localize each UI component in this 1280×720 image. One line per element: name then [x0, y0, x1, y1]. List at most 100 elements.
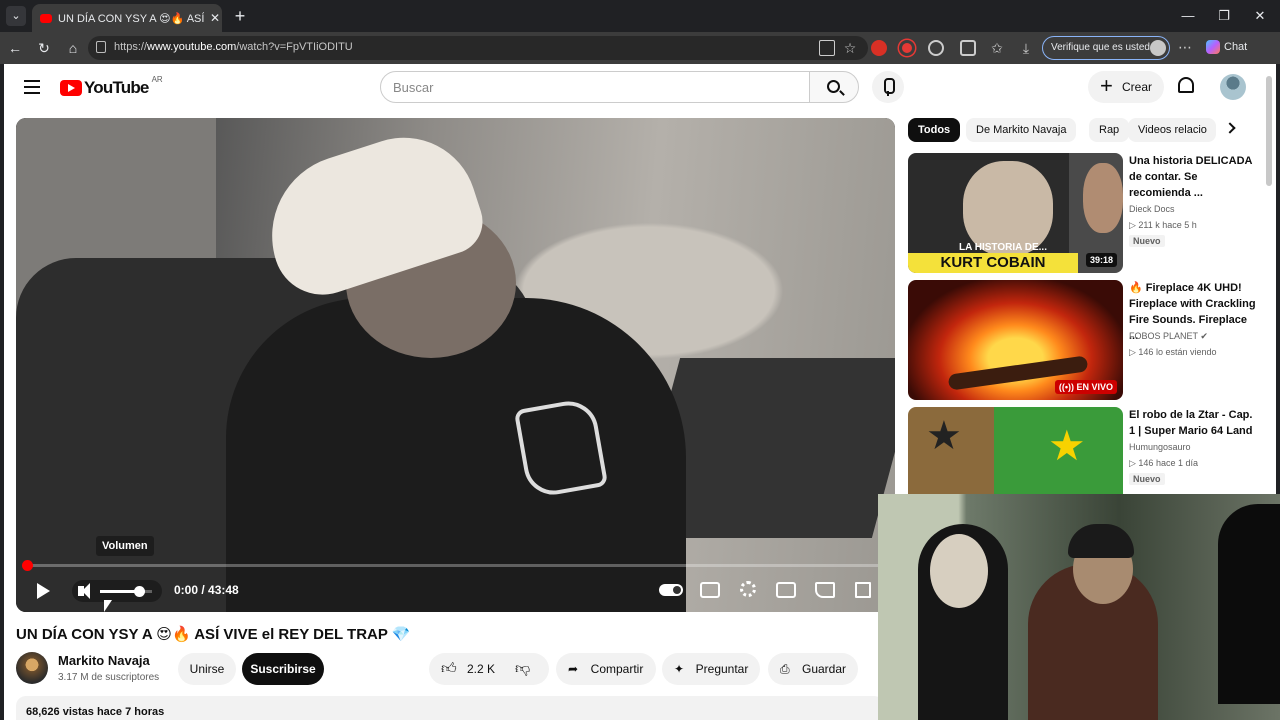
duration-badge: 39:18	[1085, 253, 1117, 267]
chip-rap[interactable]: Rap	[1089, 118, 1130, 142]
chip-todos[interactable]: Todos	[908, 118, 961, 142]
favorites-icon[interactable]: ✩	[989, 40, 1005, 56]
microphone-icon[interactable]	[872, 71, 904, 103]
description-box[interactable]: 68,626 vistas hace 7 horas	[16, 696, 884, 720]
recommendation-stats: ▷ 146 lo están viendo	[1129, 347, 1217, 357]
video-player[interactable]: Volumen 0:00 / 43:48	[16, 118, 895, 612]
home-icon[interactable]: ⌂	[64, 39, 82, 57]
recommendation-channel[interactable]: Humungosauro	[1129, 442, 1191, 452]
subscribe-button[interactable]: Suscribirse	[242, 653, 324, 685]
browser-toolbar: ← ↻ ⌂ https://www.youtube.com/watch?v=Fp…	[0, 32, 1280, 64]
save-button[interactable]: ⎙ Guardar	[768, 653, 858, 685]
tab-title: UN DÍA CON YSY A 😍🔥 ASÍ VIVE	[58, 12, 204, 25]
downloads-icon[interactable]: ⤓	[1018, 40, 1034, 56]
webcam-overlay	[878, 494, 1280, 720]
new-badge: Nuevo	[1129, 473, 1165, 485]
save-label: Guardar	[801, 662, 847, 676]
recommendation-thumbnail[interactable]: ((•)) EN VIVO	[908, 280, 1123, 400]
views-and-date: 68,626 vistas hace 7 horas	[26, 706, 165, 718]
mouse-cursor-icon	[104, 600, 112, 612]
user-avatar[interactable]	[1220, 74, 1246, 100]
recommendation-title[interactable]: El robo de la Ztar - Cap. 1 | Super Mari…	[1129, 407, 1257, 439]
tab-list-icon[interactable]: ⌄	[6, 6, 26, 26]
volume-control[interactable]	[72, 580, 162, 602]
chat-label: Chat	[1224, 40, 1248, 53]
reload-icon[interactable]: ↻	[35, 39, 53, 57]
subtitles-icon[interactable]	[700, 582, 720, 598]
share-icon: ➦	[568, 662, 579, 676]
menu-icon[interactable]	[24, 80, 40, 94]
split-screen-icon[interactable]	[960, 40, 976, 56]
volume-knob[interactable]	[134, 586, 145, 597]
subscriber-count: 3.17 M de suscriptores	[58, 672, 160, 683]
youtube-favicon	[40, 13, 52, 23]
new-tab-icon[interactable]: +	[230, 6, 250, 27]
cast-icon[interactable]	[815, 582, 835, 598]
search-button[interactable]	[809, 71, 859, 103]
favorite-star-icon[interactable]: ☆	[842, 40, 858, 56]
like-count[interactable]: 2.2 K	[467, 662, 495, 676]
app-install-icon[interactable]	[819, 40, 835, 56]
progress-bar[interactable]	[26, 564, 885, 567]
recommendation-item[interactable]: ((•)) EN VIVO 🔥 Fireplace 4K UHD! Firepl…	[908, 280, 1268, 400]
dislike-icon[interactable]: 👎︎	[515, 653, 530, 685]
close-window-icon[interactable]: ✕	[1250, 8, 1270, 24]
country-code: AR	[151, 74, 163, 84]
recommendation-channel[interactable]: Dieck Docs	[1129, 204, 1175, 214]
fullscreen-icon[interactable]	[855, 582, 871, 598]
extension-red-icon[interactable]	[871, 40, 887, 56]
volume-slider[interactable]	[100, 586, 152, 597]
play-icon[interactable]	[37, 583, 50, 599]
volume-tooltip: Volumen	[96, 536, 154, 556]
tab-youtube-video[interactable]: UN DÍA CON YSY A 😍🔥 ASÍ VIVE ✕	[32, 4, 222, 32]
minimize-icon[interactable]: —	[1178, 8, 1198, 23]
settings-icon[interactable]	[740, 581, 756, 597]
verify-identity-button[interactable]: Verifique que es usted	[1042, 36, 1170, 60]
chip-videos-relacionados[interactable]: Videos relacio	[1128, 118, 1216, 142]
chip-de-markito-navaja[interactable]: De Markito Navaja	[966, 118, 1077, 142]
youtube-logo-icon	[60, 80, 82, 96]
channel-name[interactable]: Markito Navaja	[58, 653, 150, 668]
star-icon: ★	[1048, 422, 1086, 469]
verify-label: Verifique que es usted	[1051, 42, 1150, 53]
join-button[interactable]: Unirse	[178, 653, 236, 685]
more-menu-icon[interactable]: ⋯	[1177, 40, 1193, 56]
like-icon[interactable]: 👍︎	[441, 653, 457, 685]
copilot-icon	[1206, 40, 1220, 54]
recommendation-thumbnail[interactable]: LA HISTORIA DE... KURT COBAIN 39:18	[908, 153, 1123, 273]
address-bar[interactable]: https://www.youtube.com/watch?v=FpVTIiOD…	[88, 36, 868, 60]
live-badge: ((•)) EN VIVO	[1054, 380, 1117, 394]
theater-mode-icon[interactable]	[776, 582, 796, 598]
progress-scrubber[interactable]	[22, 560, 33, 571]
channel-avatar[interactable]	[16, 652, 48, 684]
share-button[interactable]: ➦ Compartir	[556, 653, 656, 685]
recommendation-title[interactable]: Una historia DELICADA de contar. Se reco…	[1129, 153, 1257, 201]
lock-icon	[96, 41, 106, 53]
search-input[interactable]: Buscar	[380, 71, 810, 103]
video-frame-shape	[1083, 163, 1123, 233]
chevron-right-icon[interactable]	[1224, 122, 1236, 134]
new-badge: Nuevo	[1129, 235, 1165, 247]
thumbnail-caption: LA HISTORIA DE...	[959, 242, 1047, 253]
ask-button[interactable]: ✦ Preguntar	[662, 653, 760, 685]
youtube-logo[interactable]: YouTube AR	[60, 74, 163, 98]
search-icon	[827, 80, 840, 93]
close-tab-icon[interactable]: ✕	[210, 11, 220, 25]
create-button[interactable]: Crear	[1088, 70, 1164, 103]
profile-avatar-icon	[1150, 40, 1166, 56]
copilot-chat-button[interactable]: Chat	[1206, 40, 1247, 54]
autoplay-toggle[interactable]	[659, 584, 683, 596]
extension-icon[interactable]	[928, 40, 944, 56]
recommendation-channel[interactable]: FOBOS PLANET ✔	[1129, 331, 1208, 342]
like-dislike-group: 👍︎ 2.2 K 👎︎	[429, 653, 549, 685]
bell-icon[interactable]	[1178, 77, 1194, 93]
volume-icon[interactable]	[78, 583, 90, 599]
recommendation-stats: ▷ 211 k hace 5 h	[1129, 220, 1197, 230]
url-text: https://www.youtube.com/watch?v=FpVTIiOD…	[114, 41, 353, 53]
back-icon[interactable]: ←	[6, 39, 24, 57]
maximize-icon[interactable]: ❐	[1214, 8, 1234, 24]
logo-text: YouTube	[84, 78, 149, 97]
recommendation-item[interactable]: LA HISTORIA DE... KURT COBAIN 39:18 Una …	[908, 153, 1268, 273]
time-display: 0:00 / 43:48	[174, 583, 239, 597]
record-icon[interactable]	[899, 40, 915, 56]
